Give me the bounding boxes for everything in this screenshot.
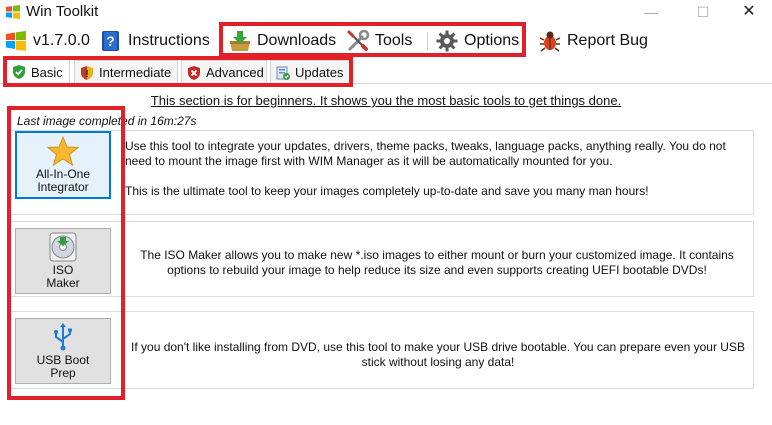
tab-updates-label: Updates <box>295 65 344 80</box>
menu-separator <box>219 32 220 50</box>
svg-text:!: ! <box>85 69 88 80</box>
iso-maker-description: The ISO Maker allows you to make new *.i… <box>140 248 734 277</box>
tool-panel-integrator: All-In-One Integrator Use this tool to i… <box>10 130 754 215</box>
tab-intermediate[interactable]: ! Intermediate <box>74 60 178 84</box>
usb-boot-prep-description: If you don't like installing from DVD, u… <box>131 340 745 369</box>
usb-icon <box>54 323 72 351</box>
wrench-screwdriver-icon <box>347 29 370 51</box>
menu-report-bug[interactable]: Report Bug <box>538 24 648 58</box>
iso-maker-button[interactable]: ISO Maker <box>15 228 111 294</box>
help-book-icon: ? <box>102 31 119 51</box>
tab-advanced[interactable]: Advanced <box>181 60 267 84</box>
menu-instructions-label: Instructions <box>128 32 210 49</box>
window-title: Win Toolkit <box>26 3 99 20</box>
maximize-button[interactable]: ☐ <box>680 0 726 24</box>
tab-basic-label: Basic <box>31 64 63 80</box>
svg-text:?: ? <box>106 33 115 49</box>
integrator-tagline-text: This is the ultimate tool to keep your i… <box>125 184 649 198</box>
tab-updates[interactable]: Updates <box>270 60 350 84</box>
tab-strip: Basic ! Intermediate Advanced Updates <box>0 58 772 85</box>
menu-report-bug-label: Report Bug <box>567 32 648 49</box>
menu-options-label: Options <box>464 32 520 49</box>
last-image-status: Last image completed in 16m:27s <box>17 114 197 128</box>
section-intro: This section is for beginners. It shows … <box>0 93 772 108</box>
menu-options[interactable]: Options <box>435 24 519 58</box>
integrator-description: Use this tool to integrate your updates,… <box>125 139 750 199</box>
disc-icon <box>49 232 77 262</box>
yellow-shield-icon: ! <box>81 65 93 80</box>
green-shield-icon <box>13 65 25 79</box>
title-bar: Win Toolkit — ☐ ✕ <box>0 0 772 24</box>
usb-boot-prep-button[interactable]: USB Boot Prep <box>15 318 111 384</box>
menu-version[interactable]: v1.7.0.0 <box>4 24 90 58</box>
updates-icon <box>276 66 290 80</box>
download-box-icon <box>230 31 250 51</box>
section-intro-text: This section is for beginners. It shows … <box>150 93 622 108</box>
tool-panel-iso-maker: ISO Maker The ISO Maker allows you to ma… <box>10 221 754 297</box>
tab-advanced-label: Advanced <box>206 65 264 80</box>
menu-version-label: v1.7.0.0 <box>33 32 90 49</box>
tab-intermediate-label: Intermediate <box>99 65 172 80</box>
tool-panel-usb-boot-prep: USB Boot Prep If you don't like installi… <box>10 311 754 389</box>
all-in-one-integrator-label: All-In-One Integrator <box>35 167 91 194</box>
basic-tab-content: This section is for beginners. It shows … <box>0 85 772 425</box>
tab-basic[interactable]: Basic <box>6 58 70 85</box>
iso-maker-label: ISO Maker <box>46 263 80 290</box>
menu-bar: v1.7.0.0 ? Instructions Downloads Tools <box>0 24 772 58</box>
menu-instructions[interactable]: ? Instructions <box>99 24 210 58</box>
menu-downloads-label: Downloads <box>257 32 337 49</box>
gear-icon <box>436 30 458 52</box>
red-shield-icon <box>188 65 200 80</box>
windows-logo-icon <box>6 31 26 51</box>
bug-icon <box>539 31 561 52</box>
menu-downloads[interactable]: Downloads <box>228 24 336 58</box>
close-button[interactable]: ✕ <box>726 0 772 24</box>
menu-separator <box>427 32 428 50</box>
integrator-description-text: Use this tool to integrate your updates,… <box>125 139 726 168</box>
all-in-one-integrator-button[interactable]: All-In-One Integrator <box>15 131 111 199</box>
menu-tools-label: Tools <box>375 32 413 49</box>
star-icon <box>47 136 79 166</box>
windows-logo-icon <box>6 5 20 19</box>
menu-tools[interactable]: Tools <box>346 24 412 58</box>
usb-boot-prep-label: USB Boot Prep <box>36 353 90 380</box>
minimize-button[interactable]: — <box>628 0 674 24</box>
